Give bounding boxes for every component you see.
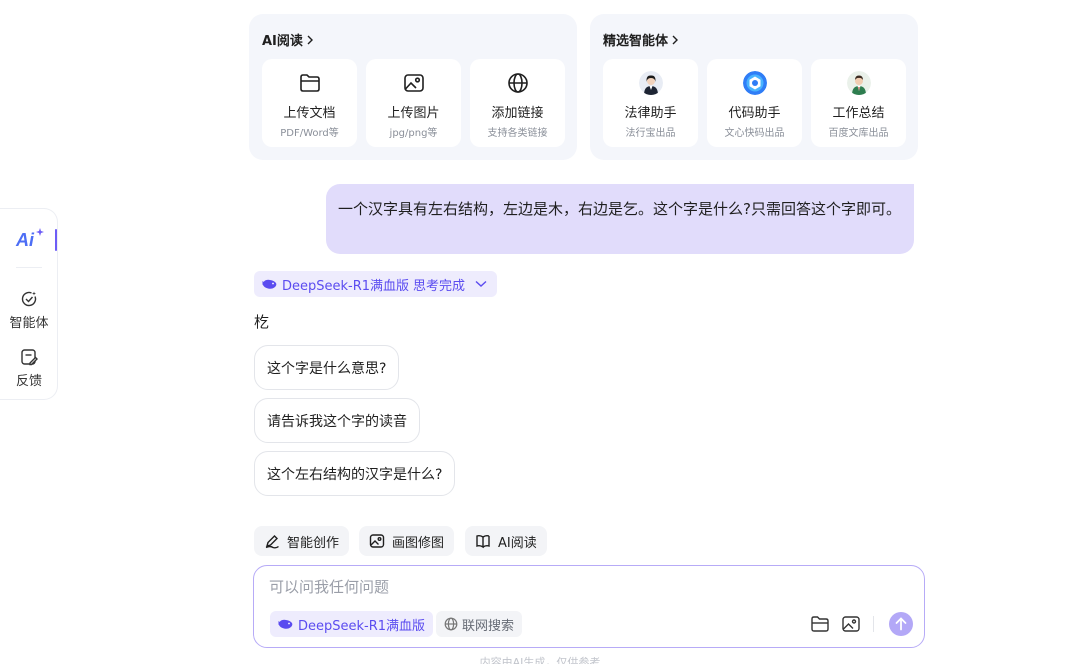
user-message-bubble: 一个汉字具有左右结构，左边是木，右边是乞。这个字是什么?只需回答这个字即可。 [326,184,914,254]
globe-icon [444,617,458,631]
image-edit-button[interactable]: 画图修图 [359,526,455,556]
worker-avatar [846,71,871,95]
attach-file-button[interactable] [809,613,831,635]
rail-item-label: 智能体 [9,316,49,331]
book-icon [476,534,490,549]
tile-subtitle: 百度文库出品 [828,128,889,139]
rail-item-label: 反馈 [15,374,42,389]
globe-icon [507,73,528,93]
lawyer-avatar [638,71,663,95]
chevron-right-icon [307,35,313,44]
tile-subtitle: 支持各类链接 [487,128,548,139]
chat-page: Ai 智能体 反馈 AI阅读 上传文档 PDF/Word等 上传图片 jpg/p… [0,0,1080,664]
ai-reading-card: AI阅读 上传文档 PDF/Word等 上传图片 jpg/png等 添加链接 支… [249,14,577,160]
ai-reading-button[interactable]: AI阅读 [465,526,547,556]
chat-input-box: DeepSeek-R1满血版 联网搜索 [253,565,925,648]
featured-agents-title[interactable]: 精选智能体 [603,30,679,49]
tile-label: 法律助手 [624,106,677,121]
deepseek-whale-icon [278,619,293,629]
input-divider [873,616,874,632]
tile-label: 上传图片 [387,106,440,121]
tile-label: 工作总结 [832,106,885,121]
ai-logo-icon[interactable]: Ai [14,224,46,254]
send-button[interactable] [889,612,913,636]
chip-label: DeepSeek-R1满血版 [298,618,426,634]
tile-subtitle: PDF/Word等 [280,128,339,139]
svg-text:Ai: Ai [15,230,35,250]
model-name: DeepSeek-R1满血版 [282,278,410,294]
picture-icon [369,534,385,548]
chevron-right-icon [672,35,679,44]
left-rail: Ai 智能体 反馈 [0,208,58,400]
tile-subtitle: 文心快码出品 [724,128,785,139]
suggestion-chip[interactable]: 这个左右结构的汉字是什么? [254,451,456,496]
ai-disclaimer: 内容由AI生成，仅供参考 [479,656,601,664]
chip-label: 联网搜索 [462,618,515,634]
tile-label: 上传文档 [283,106,336,121]
rail-item-feedback[interactable]: 反馈 [0,347,58,389]
code-assistant-logo [742,71,767,95]
arrow-up-icon [895,617,907,631]
rail-active-indicator [55,229,57,251]
tile-subtitle: 法行宝出品 [625,128,676,139]
add-link-tile[interactable]: 添加链接 支持各类链接 [470,59,565,147]
model-select-chip[interactable]: DeepSeek-R1满血版 [270,611,434,637]
suggestion-chip[interactable]: 这个字是什么意思? [254,345,400,390]
work-summary-tile[interactable]: 工作总结 百度文库出品 [811,59,906,147]
suggestion-chip[interactable]: 请告诉我这个字的读音 [254,398,420,443]
rail-divider [16,267,42,268]
folder-icon [811,616,829,632]
model-status-toggle[interactable]: DeepSeek-R1满血版 思考完成 [254,271,498,297]
attach-image-button[interactable] [840,613,862,635]
chevron-down-icon [475,280,487,287]
upload-document-tile[interactable]: 上传文档 PDF/Word等 [262,59,357,147]
code-assistant-tile[interactable]: 代码助手 文心快码出品 [707,59,802,147]
tile-label: 添加链接 [491,106,544,121]
rail-item-agents[interactable]: 智能体 [0,289,58,331]
tool-label: 画图修图 [392,535,445,551]
smart-creation-button[interactable]: 智能创作 [254,526,350,556]
deepseek-whale-icon [262,279,277,289]
chat-input[interactable] [269,578,769,596]
thinking-status: 思考完成 [413,278,466,294]
image-icon [403,74,424,92]
tool-label: AI阅读 [498,535,537,551]
agent-icon [21,291,37,307]
pen-icon [265,535,279,549]
folder-icon [299,74,320,92]
ai-reading-title[interactable]: AI阅读 [262,30,314,49]
law-assistant-tile[interactable]: 法律助手 法行宝出品 [603,59,698,147]
assistant-answer: 杚 [254,313,270,331]
feedback-icon [21,349,38,366]
image-icon [842,616,860,632]
tool-label: 智能创作 [287,535,340,551]
tile-subtitle: jpg/png等 [389,128,438,139]
web-search-toggle[interactable]: 联网搜索 [436,611,523,637]
featured-agents-card: 精选智能体 法律助手 法行宝出品 代码助手 文心快码出品 工作总结 百度文库出品 [590,14,918,160]
upload-image-tile[interactable]: 上传图片 jpg/png等 [366,59,461,147]
tile-label: 代码助手 [728,106,781,121]
